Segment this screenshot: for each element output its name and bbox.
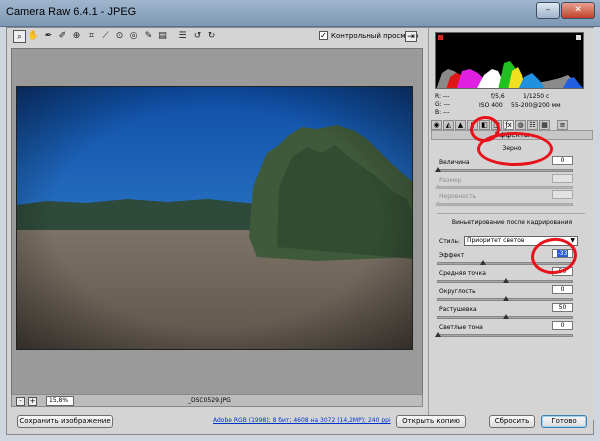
panel-tabs: ◉ ◭ ▲ ▮ ◧ ◨ ƒx ◍ ☷ ▦ ≡ [429, 120, 595, 130]
shadow-clipping-icon[interactable] [438, 35, 443, 40]
checkmark-icon[interactable]: ✓ [319, 31, 328, 40]
close-button[interactable]: ✕ [561, 2, 595, 19]
zoom-level-select[interactable]: 15,8% [46, 396, 74, 406]
grain-size-label: Размер [439, 177, 462, 184]
straighten-icon[interactable]: ⟋ [99, 30, 112, 43]
slider-thumb [435, 201, 441, 206]
snapshots-tab-icon[interactable]: ▦ [539, 120, 550, 130]
zoom-icon[interactable]: ⌕ [13, 30, 26, 43]
style-value: Приоритет светов [466, 237, 525, 244]
slider-thumb[interactable] [480, 260, 486, 265]
midpoint-slider[interactable] [437, 278, 573, 283]
reset-button[interactable]: Сбросить [489, 415, 535, 428]
style-label: Стиль: [439, 237, 460, 245]
feather-slider[interactable] [437, 314, 573, 319]
grain-amount-slider[interactable] [435, 167, 573, 172]
highlights-value[interactable]: 0 [552, 321, 573, 330]
vignette-group-title: Виньетирование после кадрирования [451, 219, 573, 226]
save-image-button[interactable]: Сохранить изображение [17, 415, 113, 428]
iso: ISO 400 [479, 102, 503, 109]
done-button[interactable]: Готово [541, 415, 587, 428]
red-eye-icon[interactable]: ◎ [127, 30, 140, 43]
adjustments-panel: R: --- G: --- B: --- f/5,6 1/1250 с ISO … [428, 28, 594, 420]
grain-amount-label: Величина [439, 159, 470, 166]
highlights-slider[interactable] [435, 332, 573, 337]
crop-icon[interactable]: ⌗ [85, 30, 98, 43]
target-adjust-icon[interactable]: ⊕ [70, 30, 83, 43]
highlights-label: Светлые тона [439, 324, 483, 331]
title-bar: Camera Raw 6.4.1 - JPEG – ✕ [0, 0, 600, 27]
presets-tab-icon[interactable]: ☷ [527, 120, 538, 130]
hand-icon[interactable]: ✋ [27, 30, 40, 43]
feather-value[interactable]: 50 [552, 303, 573, 312]
tone-curve-tab-icon[interactable]: ◭ [443, 120, 454, 130]
grain-roughness-label: Неровность [439, 193, 477, 200]
photo [16, 86, 413, 350]
camera-calibration-tab-icon[interactable]: ◍ [515, 120, 526, 130]
preferences-icon[interactable]: ☰ [176, 30, 189, 43]
graduated-filter-icon[interactable]: ▤ [156, 30, 169, 43]
effects-tab-icon[interactable]: ƒx [503, 120, 514, 130]
divider [437, 213, 585, 214]
landscape-photo [17, 87, 412, 349]
grain-size-slider [435, 184, 573, 189]
grain-roughness-slider [435, 201, 573, 206]
annotation-circle-effects-section [477, 132, 553, 166]
filename: _DSC0529.JPG [188, 397, 231, 404]
feather-label: Растушевка [439, 306, 477, 313]
slider-thumb[interactable] [503, 296, 509, 301]
shutter-speed: 1/1250 с [523, 93, 550, 100]
green-readout: G: --- [435, 101, 451, 108]
info-readout: R: --- G: --- B: --- f/5,6 1/1250 с ISO … [433, 91, 593, 119]
camera-raw-dialog: ⌕ ✋ ✒ ✐ ⊕ ⌗ ⟋ ⊙ ◎ ✎ ▤ ☰ ↺ ↻ ✓ Контрольны… [6, 27, 594, 435]
red-readout: R: --- [435, 93, 450, 100]
toolbar: ⌕ ✋ ✒ ✐ ⊕ ⌗ ⟋ ⊙ ◎ ✎ ▤ ☰ ↺ ↻ ✓ Контрольны… [7, 28, 427, 46]
basic-tab-icon[interactable]: ◉ [431, 120, 442, 130]
status-bar: - + 15,8% _DSC0529.JPG [11, 394, 423, 407]
aperture: f/5,6 [491, 93, 505, 100]
slider-thumb[interactable] [503, 278, 509, 283]
vignette-amount-label: Эффект [439, 252, 465, 259]
minimize-button[interactable]: – [536, 2, 560, 19]
spot-removal-icon[interactable]: ⊙ [113, 30, 126, 43]
preview-checkbox[interactable]: ✓ Контрольный просмотр [319, 31, 418, 40]
panel-menu-icon[interactable]: ≡ [557, 120, 568, 130]
workflow-options-link[interactable]: Adobe RGB (1998); 8 бит; 4608 на 3072 (1… [213, 417, 391, 424]
rotate-left-icon[interactable]: ↺ [191, 30, 204, 43]
slider-thumb [435, 184, 441, 189]
open-copy-button[interactable]: Открыть копию [396, 415, 466, 428]
color-sampler-icon[interactable]: ✐ [56, 30, 69, 43]
grain-roughness-value [552, 190, 573, 199]
grain-size-value [552, 174, 573, 183]
midpoint-label: Средняя точка [439, 270, 486, 277]
highlight-clipping-icon[interactable] [576, 35, 581, 40]
window-title: Camera Raw 6.4.1 - JPEG [6, 6, 137, 18]
histogram [435, 32, 584, 89]
roundness-label: Округлость [439, 288, 476, 295]
fullscreen-icon[interactable]: ⇥ [405, 31, 417, 42]
white-balance-icon[interactable]: ✒ [42, 30, 55, 43]
detail-tab-icon[interactable]: ▲ [455, 120, 466, 130]
grain-amount-value[interactable]: 0 [552, 156, 573, 165]
image-preview[interactable] [11, 48, 423, 396]
slider-thumb[interactable] [503, 314, 509, 319]
lens: 55-200@200 мм [511, 102, 561, 109]
zoom-out-button[interactable]: - [16, 397, 25, 406]
rotate-right-icon[interactable]: ↻ [205, 30, 218, 43]
roundness-value[interactable]: 0 [552, 285, 573, 294]
histogram-graph [436, 61, 583, 88]
slider-thumb[interactable] [435, 332, 441, 337]
roundness-slider[interactable] [437, 296, 573, 301]
blue-readout: B: --- [435, 109, 450, 116]
zoom-in-button[interactable]: + [28, 397, 37, 406]
slider-thumb[interactable] [435, 167, 441, 172]
adjustment-brush-icon[interactable]: ✎ [142, 30, 155, 43]
